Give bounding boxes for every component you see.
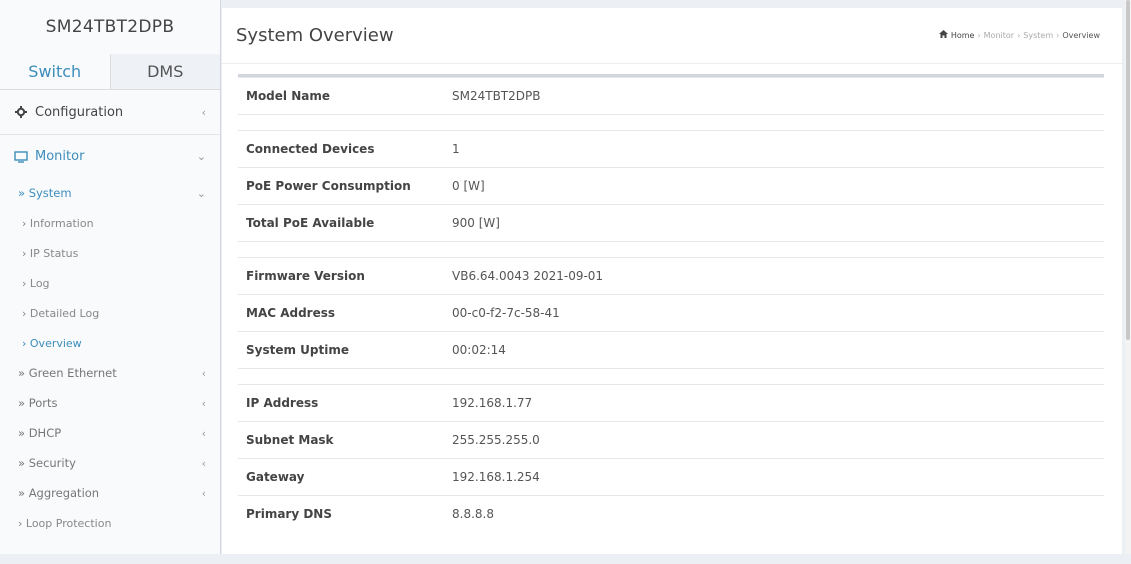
table-row: Firmware Version VB6.64.0043 2021-09-01 bbox=[238, 257, 1104, 295]
model-name-value: SM24TBT2DPB bbox=[448, 77, 1104, 115]
ip-value: 192.168.1.77 bbox=[448, 384, 1104, 422]
chevron-left-icon: ‹ bbox=[201, 366, 206, 380]
poe-power-value: 0 [W] bbox=[448, 167, 1104, 205]
sidebar-item-detailed-log[interactable]: › Detailed Log bbox=[0, 298, 220, 328]
table-row: Connected Devices 1 bbox=[238, 130, 1104, 168]
chevron-left-icon: ‹ bbox=[201, 396, 206, 410]
brand-title: SM24TBT2DPB bbox=[45, 17, 175, 37]
mac-label: MAC Address bbox=[238, 294, 448, 332]
table-row: Model Name SM24TBT2DPB bbox=[238, 77, 1104, 115]
chevron-left-icon: ‹ bbox=[201, 426, 206, 440]
page-scrollbar[interactable] bbox=[1125, 0, 1131, 554]
breadcrumb: Home › Monitor › System › Overview bbox=[938, 30, 1100, 40]
model-name-label: Model Name bbox=[238, 77, 448, 115]
scrollbar-thumb[interactable] bbox=[1126, 0, 1130, 340]
sidebar-item-loop-protection[interactable]: › Loop Protection bbox=[0, 508, 220, 538]
sidebar-item-label: » Security bbox=[18, 456, 76, 470]
poe-power-label: PoE Power Consumption bbox=[238, 167, 448, 205]
sidebar-item-label: » Ports bbox=[18, 396, 58, 410]
chevron-left-icon: ‹ bbox=[201, 486, 206, 500]
table-row: MAC Address 00-c0-f2-7c-58-41 bbox=[238, 294, 1104, 332]
total-poe-label: Total PoE Available bbox=[238, 204, 448, 242]
breadcrumb-separator: › bbox=[1056, 30, 1060, 40]
sidebar-item-ip-status[interactable]: › IP Status bbox=[0, 238, 220, 268]
sidebar-item-label: » DHCP bbox=[18, 426, 62, 440]
sidebar-item-aggregation[interactable]: » Aggregation ‹ bbox=[0, 478, 220, 508]
sidebar-item-overview[interactable]: › Overview bbox=[0, 328, 220, 358]
table-row: PoE Power Consumption 0 [W] bbox=[238, 167, 1104, 205]
subnet-label: Subnet Mask bbox=[238, 421, 448, 459]
sidebar-item-system-label: » System bbox=[18, 186, 72, 200]
connected-devices-value: 1 bbox=[448, 130, 1104, 168]
sidebar-item-label: » Aggregation bbox=[18, 486, 100, 500]
sidebar-item-monitor[interactable]: Monitor ⌄ bbox=[0, 134, 220, 178]
breadcrumb-monitor[interactable]: Monitor bbox=[984, 31, 1014, 40]
main-content: System Overview Home › Monitor › System … bbox=[222, 8, 1122, 554]
mac-value: 00-c0-f2-7c-58-41 bbox=[448, 294, 1104, 332]
sidebar-item-label: » Green Ethernet bbox=[18, 366, 117, 380]
uptime-value: 00:02:14 bbox=[448, 331, 1104, 369]
breadcrumb-system[interactable]: System bbox=[1023, 31, 1053, 40]
gateway-label: Gateway bbox=[238, 458, 448, 496]
sidebar-tabs: Switch DMS bbox=[0, 54, 220, 90]
chevron-down-icon: ⌄ bbox=[196, 186, 206, 200]
table-row: Gateway 192.168.1.254 bbox=[238, 458, 1104, 496]
tab-dms[interactable]: DMS bbox=[110, 54, 220, 89]
overview-table: Model Name SM24TBT2DPB Connected Devices… bbox=[238, 77, 1104, 533]
firmware-label: Firmware Version bbox=[238, 257, 448, 295]
sidebar-item-security[interactable]: » Security ‹ bbox=[0, 448, 220, 478]
chevron-left-icon: ‹ bbox=[201, 105, 206, 119]
dns-label: Primary DNS bbox=[238, 495, 448, 533]
monitor-icon bbox=[14, 150, 28, 164]
chevron-down-icon: ⌄ bbox=[196, 150, 206, 163]
home-icon bbox=[938, 30, 948, 40]
table-row: Subnet Mask 255.255.255.0 bbox=[238, 421, 1104, 459]
table-row: IP Address 192.168.1.77 bbox=[238, 384, 1104, 422]
sidebar-item-system[interactable]: » System ⌄ bbox=[0, 178, 220, 208]
sidebar-item-log[interactable]: › Log bbox=[0, 268, 220, 298]
table-row: Primary DNS 8.8.8.8 bbox=[238, 495, 1104, 533]
overview-card: Model Name SM24TBT2DPB Connected Devices… bbox=[238, 74, 1104, 564]
gear-icon bbox=[14, 105, 28, 119]
sidebar-item-ports[interactable]: » Ports ‹ bbox=[0, 388, 220, 418]
gateway-value: 192.168.1.254 bbox=[448, 458, 1104, 496]
sidebar-item-information[interactable]: › Information bbox=[0, 208, 220, 238]
connected-devices-label: Connected Devices bbox=[238, 130, 448, 168]
sidebar-item-configuration[interactable]: Configuration ‹ bbox=[0, 90, 220, 134]
sidebar-item-dhcp[interactable]: » DHCP ‹ bbox=[0, 418, 220, 448]
table-row: Total PoE Available 900 [W] bbox=[238, 204, 1104, 242]
firmware-value: VB6.64.0043 2021-09-01 bbox=[448, 257, 1104, 295]
table-spacer bbox=[238, 241, 1104, 258]
uptime-label: System Uptime bbox=[238, 331, 448, 369]
breadcrumb-separator: › bbox=[977, 30, 981, 40]
breadcrumb-separator: › bbox=[1017, 30, 1021, 40]
breadcrumb-current: Overview bbox=[1062, 30, 1100, 40]
ip-label: IP Address bbox=[238, 384, 448, 422]
total-poe-value: 900 [W] bbox=[448, 204, 1104, 242]
sidebar: SM24TBT2DPB Switch DMS Configuration ‹ M… bbox=[0, 0, 221, 554]
sidebar-item-green-ethernet[interactable]: » Green Ethernet ‹ bbox=[0, 358, 220, 388]
subnet-value: 255.255.255.0 bbox=[448, 421, 1104, 459]
dns-value: 8.8.8.8 bbox=[448, 495, 1104, 533]
table-spacer bbox=[238, 368, 1104, 385]
table-row: System Uptime 00:02:14 bbox=[238, 331, 1104, 369]
breadcrumb-home[interactable]: Home bbox=[951, 31, 975, 40]
page-title: System Overview bbox=[236, 25, 394, 46]
sidebar-item-monitor-label: Monitor bbox=[35, 149, 85, 164]
sidebar-item-configuration-label: Configuration bbox=[35, 104, 124, 120]
tab-switch[interactable]: Switch bbox=[0, 54, 111, 89]
chevron-left-icon: ‹ bbox=[201, 456, 206, 470]
table-spacer bbox=[238, 114, 1104, 131]
